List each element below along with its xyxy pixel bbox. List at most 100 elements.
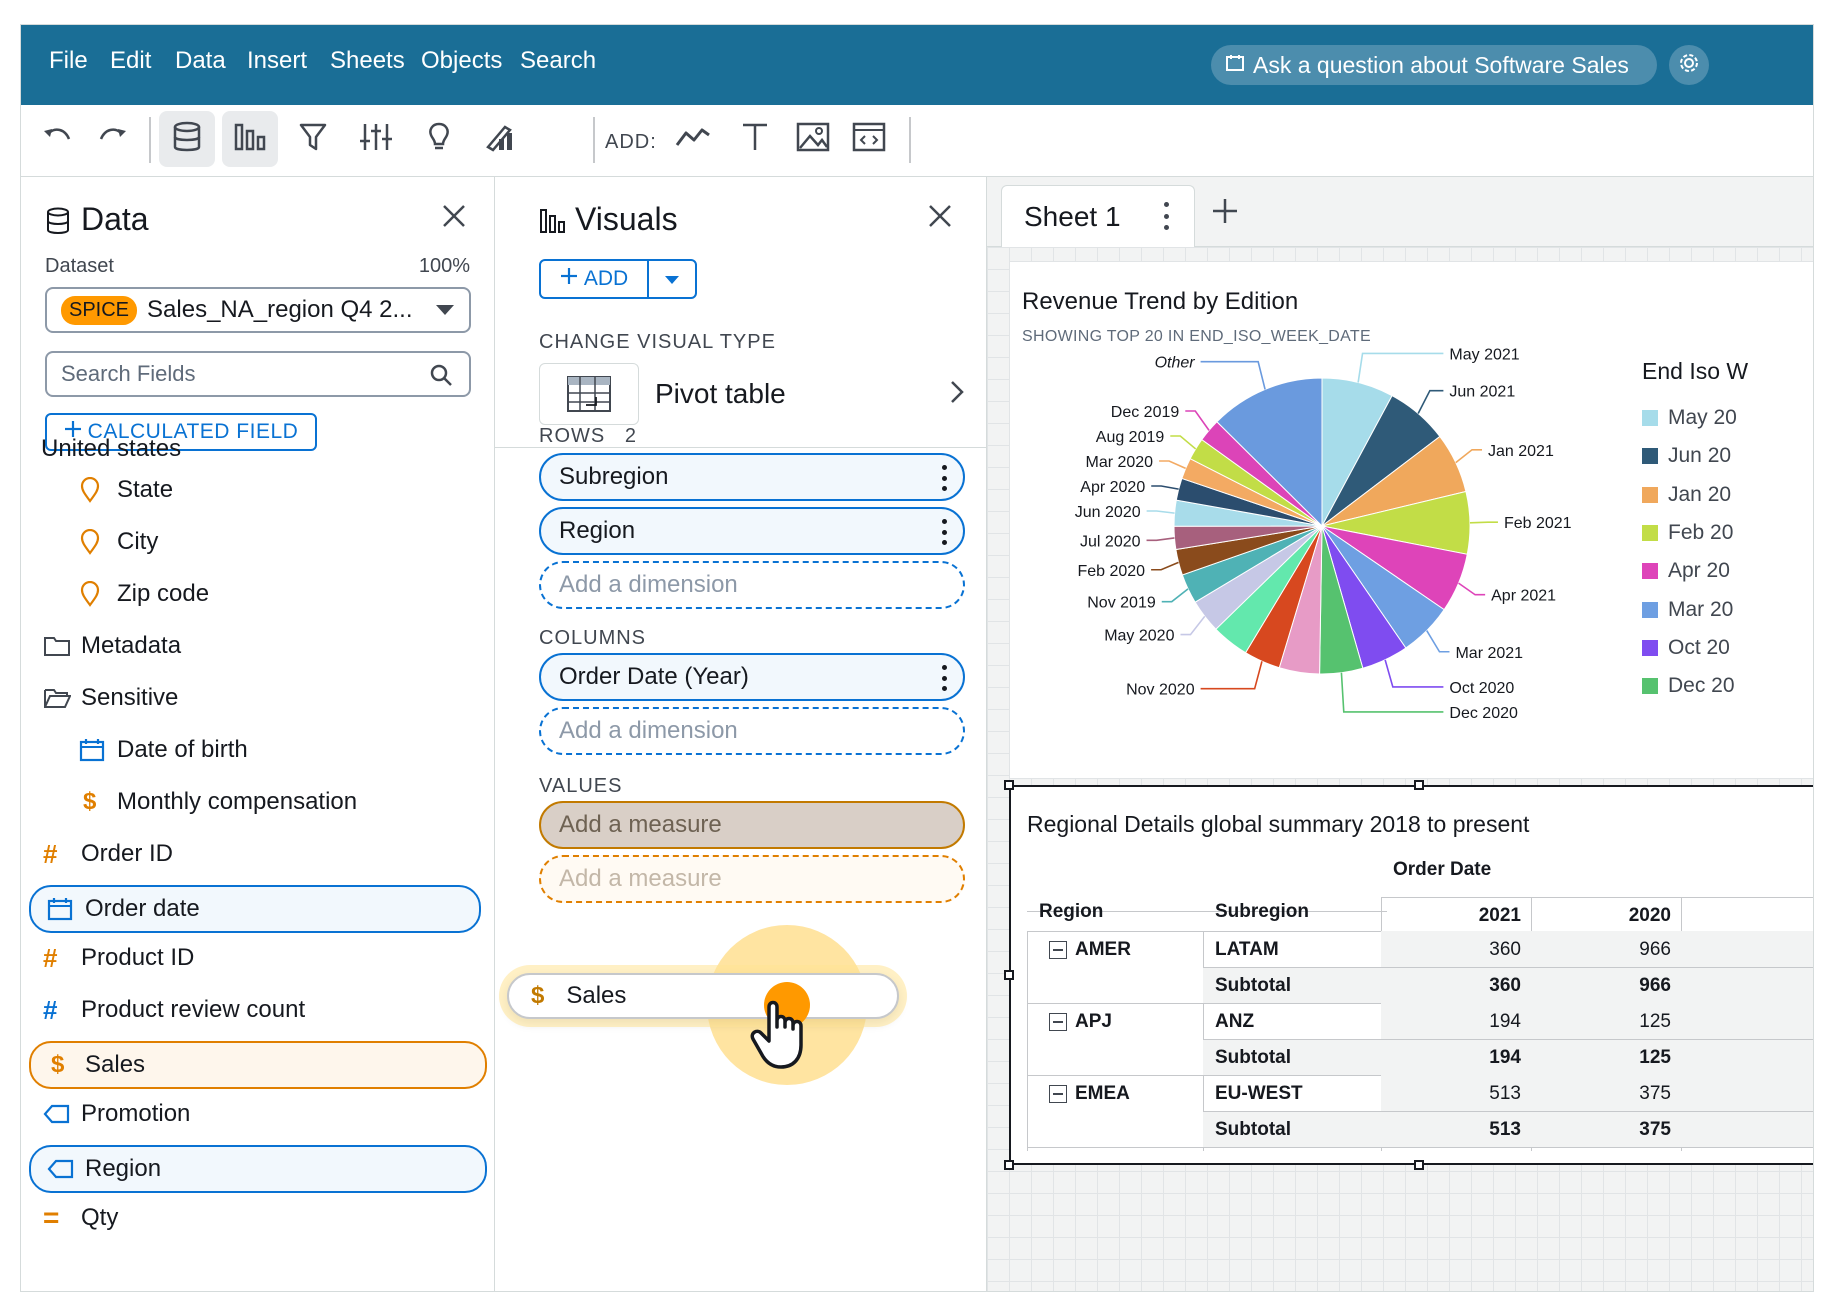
data-panel-button[interactable] [159,111,215,167]
leader-line [1151,561,1179,571]
field-monthly-compensation[interactable]: $ Monthly compensation [79,781,357,823]
ask-question-text: Ask a question about Software Sales [1253,51,1629,78]
pivot-table-visual[interactable]: Regional Details global summary 2018 to … [1009,785,1813,1165]
header-2021[interactable]: 2021 [1431,905,1521,927]
header-2020[interactable]: 2020 [1581,905,1671,927]
menu-edit[interactable]: Edit [110,47,151,75]
collapse-icon[interactable] [1049,941,1067,959]
menu-objects[interactable]: Objects [421,47,502,75]
sheet-options-icon[interactable] [1164,202,1170,230]
field-label: Order date [85,895,200,922]
leader-line [1185,410,1210,431]
field-product-id[interactable]: # Product ID [43,937,194,979]
sheet-tab[interactable]: Sheet 1 [1001,185,1195,247]
hash-blue-icon: # [43,994,58,1025]
resize-handle[interactable] [1414,1160,1424,1170]
cell-region: APJ [1075,1011,1112,1032]
themes-button[interactable] [474,111,530,167]
values-add-measure-drop-target[interactable]: Add a measure [539,801,965,849]
dragged-field-sales[interactable]: $ Sales [507,973,899,1019]
resize-handle[interactable] [1004,780,1014,790]
add-embed-button[interactable] [841,111,897,167]
rows-field-region[interactable]: Region [539,507,965,555]
legend-item[interactable]: Jun 20 [1642,444,1731,468]
legend-item[interactable]: Dec 20 [1642,674,1735,698]
menu-sheets[interactable]: Sheets [330,47,405,75]
more-options-icon[interactable] [941,665,947,691]
field-label: Promotion [81,1100,191,1127]
group-sensitive[interactable]: Sensitive [43,677,178,719]
add-text-button[interactable] [727,111,783,167]
columns-add-dimension[interactable]: Add a dimension [539,707,965,755]
cell-region: AMER [1075,939,1131,960]
gear-icon [1678,52,1700,79]
ask-question-bar[interactable]: Ask a question about Software Sales [1211,45,1657,85]
collapse-icon[interactable] [1049,1013,1067,1031]
dataset-select[interactable]: SPICE Sales_NA_region Q4 2... [45,287,471,333]
resize-handle[interactable] [1004,1160,1014,1170]
filter-button[interactable] [285,111,341,167]
dragged-field-label: Sales [566,982,627,1009]
add-visual-button[interactable]: ADD [541,261,649,297]
group-united-states[interactable]: United states [41,435,181,463]
legend-item[interactable]: Jan 20 [1642,483,1731,507]
insights-button[interactable] [411,111,467,167]
redo-button[interactable] [85,111,141,167]
more-options-icon[interactable] [941,465,947,491]
close-visuals-panel-button[interactable] [925,201,957,233]
columns-field-order-date[interactable]: Order Date (Year) [539,653,965,701]
visual-type-selector[interactable]: Pivot table [539,363,965,425]
field-product-review-count[interactable]: # Product review count [43,989,305,1031]
menu-insert[interactable]: Insert [247,47,307,75]
header-subregion[interactable]: Subregion [1215,901,1309,923]
pie-chart-visual[interactable]: Revenue Trend by Edition SHOWING TOP 20 … [1009,261,1813,779]
field-qty[interactable]: = Qty [43,1197,118,1239]
visuals-panel-button[interactable] [222,111,278,167]
group-metadata[interactable]: Metadata [43,625,181,667]
leader-line [1151,485,1179,490]
legend-item[interactable]: Mar 20 [1642,598,1733,622]
field-state[interactable]: State [79,469,173,511]
field-order-date[interactable]: Order date [29,885,481,933]
add-sheet-button[interactable] [1207,193,1247,233]
add-visual-dropdown[interactable] [649,261,695,297]
properties-button[interactable] [348,111,404,167]
legend-label: May 20 [1668,406,1737,429]
field-zip-code[interactable]: Zip code [79,573,209,615]
resize-handle[interactable] [1004,970,1014,980]
field-city[interactable]: City [79,521,158,563]
hash-orange-icon: # [43,942,58,973]
quicksight-app: File Edit Data Insert Sheets Objects Sea… [20,24,1814,1292]
cell-subtotal: 513 [1489,1119,1521,1140]
field-region[interactable]: Region [29,1145,487,1193]
close-data-panel-button[interactable] [439,201,471,233]
rows-add-dimension[interactable]: Add a dimension [539,561,965,609]
legend-item[interactable]: Feb 20 [1642,521,1733,545]
dataset-name: Sales_NA_region Q4 2... [147,296,413,323]
rows-field-subregion[interactable]: Subregion [539,453,965,501]
menu-file[interactable]: File [49,47,88,75]
undo-button[interactable] [29,111,85,167]
legend-item[interactable]: Oct 20 [1642,636,1730,660]
field-order-id[interactable]: # Order ID [43,833,173,875]
field-label: Product ID [81,944,195,971]
field-sales[interactable]: $ Sales [29,1041,487,1089]
resize-handle[interactable] [1414,780,1424,790]
add-visual-button[interactable] [665,111,721,167]
add-image-button[interactable] [785,111,841,167]
filter-icon [298,121,328,158]
legend-item[interactable]: May 20 [1642,406,1737,430]
settings-gear-button[interactable] [1669,45,1709,85]
menu-data[interactable]: Data [175,47,226,75]
field-promotion[interactable]: Promotion [43,1093,190,1135]
menu-search[interactable]: Search [520,47,596,75]
more-options-icon[interactable] [941,519,947,545]
equals-icon: = [43,1202,60,1233]
legend-item[interactable]: Apr 20 [1642,559,1730,583]
values-add-measure[interactable]: Add a measure [539,855,965,903]
collapse-icon[interactable] [1049,1085,1067,1103]
field-date-of-birth[interactable]: Date of birth [79,729,248,771]
well-placeholder: Add a measure [559,811,722,838]
search-fields-input[interactable]: Search Fields [45,351,471,397]
header-region[interactable]: Region [1039,901,1103,923]
